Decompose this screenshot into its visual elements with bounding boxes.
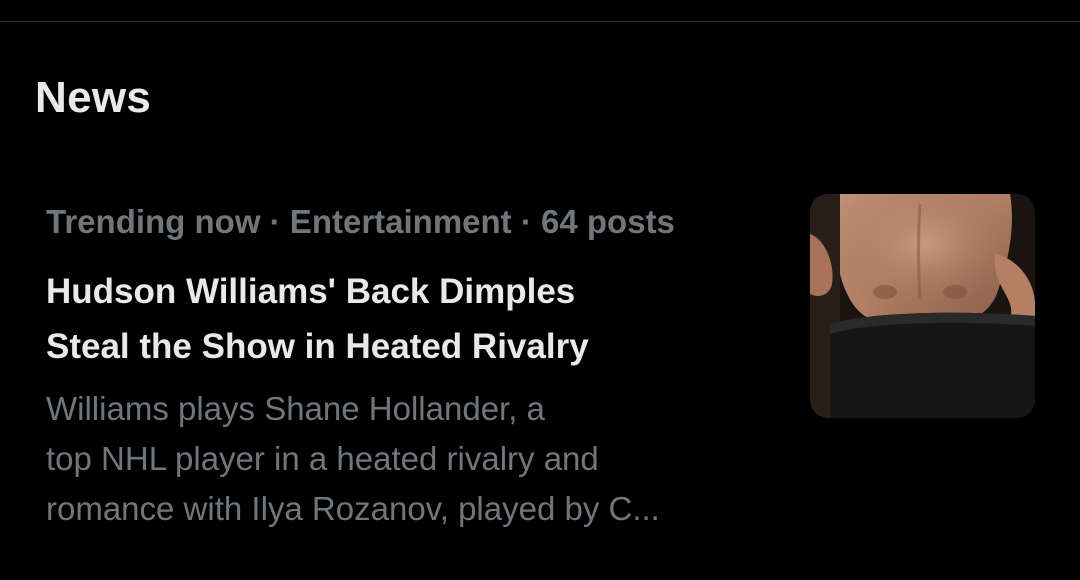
summary-line: romance with Ilya Rozanov, played by C..… bbox=[46, 490, 660, 527]
summary-line: Williams plays Shane Hollander, a bbox=[46, 390, 545, 427]
news-headline[interactable]: Hudson Williams' Back Dimples Steal the … bbox=[46, 264, 746, 374]
headline-line: Hudson Williams' Back Dimples bbox=[46, 272, 576, 311]
news-summary: Williams plays Shane Hollander, a top NH… bbox=[46, 384, 746, 534]
news-thumbnail[interactable] bbox=[810, 194, 1035, 418]
news-meta: Trending now · Entertainment · 64 posts bbox=[46, 203, 675, 240]
top-divider bbox=[0, 21, 1080, 22]
news-thumbnail-image bbox=[810, 194, 1035, 418]
news-item[interactable]: Trending now · Entertainment · 64 posts … bbox=[0, 180, 1080, 550]
headline-line: Steal the Show in Heated Rivalry bbox=[46, 327, 589, 366]
summary-line: top NHL player in a heated rivalry and bbox=[46, 440, 599, 477]
section-title: News bbox=[35, 73, 152, 122]
